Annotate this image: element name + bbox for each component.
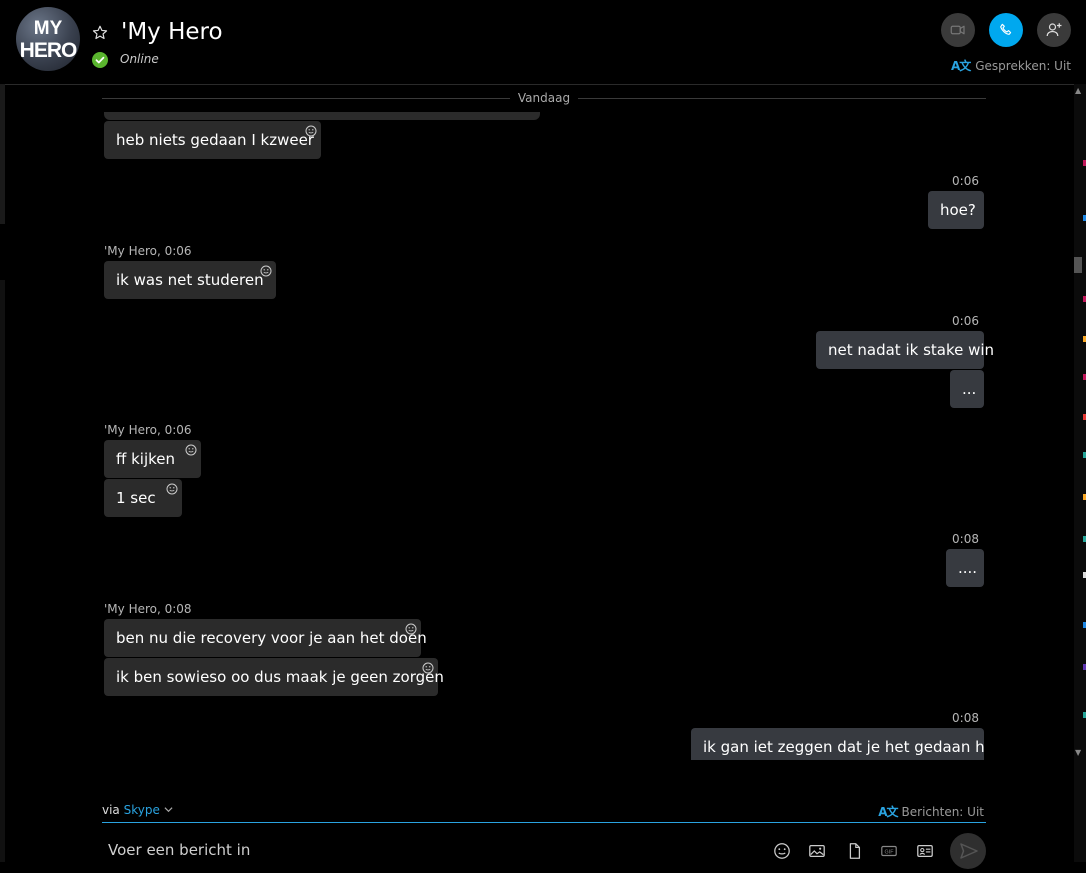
add-person-icon <box>1046 23 1062 37</box>
message-timestamp: 0:06 <box>952 174 979 188</box>
message-text: heb niets gedaan I kzweer <box>116 131 314 149</box>
translate-icon: A文 <box>950 59 971 73</box>
chevron-down-icon <box>164 807 173 813</box>
message-bubble[interactable]: heb niets gedaan I kzweer <box>104 121 321 159</box>
via-service-selector[interactable]: via Skype <box>102 803 173 817</box>
phone-icon <box>1000 23 1012 35</box>
audio-call-button[interactable] <box>989 13 1023 47</box>
message-bubble[interactable]: ... <box>950 370 984 408</box>
gif-icon[interactable]: GIF <box>880 842 898 860</box>
date-separator: Vandaag <box>517 91 571 105</box>
message-text: ben nu die recovery voor je aan het doen <box>116 629 427 647</box>
message-bubble[interactable]: hoe? <box>928 191 984 229</box>
date-separator-line <box>102 98 510 99</box>
emoji-icon[interactable] <box>422 662 434 674</box>
message-text: .... <box>958 559 978 577</box>
contact-card-icon[interactable] <box>916 842 934 860</box>
message-timestamp: 0:08 <box>952 532 979 546</box>
avatar[interactable]: MY HERO <box>16 7 80 71</box>
message-text: ik ben sowieso oo dus maak je geen zorge… <box>116 668 444 686</box>
emoji-icon[interactable] <box>305 125 317 137</box>
conversation-translator-toggle[interactable]: A文 Gesprekken: Uit <box>951 57 1071 74</box>
sidebar-edge <box>0 84 5 224</box>
message-text: hoe? <box>940 201 976 219</box>
online-status-icon <box>92 52 108 68</box>
scroll-down-icon[interactable]: ▼ <box>1075 749 1081 757</box>
message-text: net nadat ik stake win <box>828 341 995 359</box>
translate-icon: A文 <box>878 805 898 819</box>
via-service: Skype <box>123 803 160 817</box>
date-separator-line <box>578 98 986 99</box>
message-bubble[interactable]: ik was net studeren <box>104 261 276 299</box>
svg-text:GIF: GIF <box>885 850 895 856</box>
scroll-up-icon[interactable]: ▲ <box>1075 87 1081 95</box>
star-icon[interactable] <box>91 24 109 42</box>
message-text: ik gan iet zeggen dat je het gedaan hebt <box>703 738 984 756</box>
emoji-icon[interactable] <box>260 265 272 277</box>
image-icon[interactable] <box>808 842 826 860</box>
video-icon <box>950 25 965 35</box>
status-text: Online <box>120 52 159 66</box>
sidebar-edge <box>0 280 5 862</box>
message-text: 1 sec <box>116 489 156 507</box>
scroll-thumb[interactable] <box>1074 257 1082 273</box>
message-sender-time: 'My Hero, 0:06 <box>104 244 192 258</box>
add-people-button[interactable] <box>1037 13 1071 47</box>
file-icon[interactable] <box>845 842 863 860</box>
video-call-button[interactable] <box>941 13 975 47</box>
emoji-icon[interactable] <box>185 444 197 456</box>
translator-label: Berichten: Uit <box>901 804 984 819</box>
message-bubble[interactable]: ik gan iet zeggen dat je het gedaan hebt <box>691 728 984 760</box>
message-timestamp: 0:08 <box>952 711 979 725</box>
translator-label: Gesprekken: Uit <box>975 58 1071 73</box>
chat-header: MY HERO 'My Hero Online A文 Gesprekken: U… <box>0 0 1086 85</box>
message-bubble[interactable]: ben nu die recovery voor je aan het doen <box>104 619 427 657</box>
message-bubble[interactable]: ik ben sowieso oo dus maak je geen zorge… <box>104 658 444 696</box>
message-input[interactable] <box>102 836 754 864</box>
svg-text:MY: MY <box>34 18 63 39</box>
scroll-track[interactable] <box>1074 84 1086 862</box>
message-translator-toggle[interactable]: A文 Berichten: Uit <box>878 803 984 820</box>
message-timestamp: 0:06 <box>952 314 979 328</box>
emoji-icon[interactable] <box>405 623 417 635</box>
message-bubble-partial <box>104 112 540 120</box>
via-label: via <box>102 803 120 817</box>
svg-text:HERO: HERO <box>20 39 77 62</box>
send-button[interactable] <box>950 833 986 869</box>
message-sender-time: 'My Hero, 0:08 <box>104 602 192 616</box>
contact-name[interactable]: 'My Hero <box>121 19 223 45</box>
message-text: ik was net studeren <box>116 271 264 289</box>
message-text: ... <box>962 380 977 398</box>
message-bubble[interactable]: net nadat ik stake win <box>816 331 994 369</box>
send-icon <box>960 843 978 859</box>
emoji-icon[interactable] <box>166 483 178 495</box>
emoji-icon[interactable] <box>773 842 791 860</box>
message-bubble[interactable]: .... <box>946 549 984 587</box>
message-text: ff kijken <box>116 450 176 468</box>
message-sender-time: 'My Hero, 0:06 <box>104 423 192 437</box>
composer-divider <box>102 822 986 823</box>
